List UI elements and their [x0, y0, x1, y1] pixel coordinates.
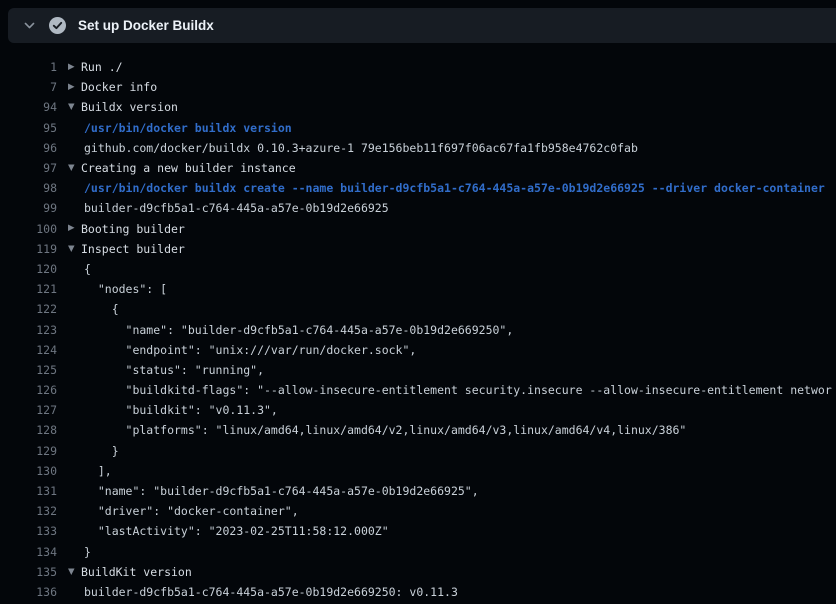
log-text: }: [81, 545, 91, 559]
log-text: "buildkit": "v0.11.3",: [81, 403, 278, 417]
log-line: 128 "platforms": "linux/amd64,linux/amd6…: [0, 420, 836, 440]
log-text: "lastActivity": "2023-02-25T11:58:12.000…: [81, 524, 389, 538]
line-number[interactable]: 98: [0, 181, 57, 195]
log-text: "name": "builder-d9cfb5a1-c764-445a-a57e…: [81, 484, 479, 498]
line-number[interactable]: 94: [0, 100, 57, 114]
log-line: 136 builder-d9cfb5a1-c764-445a-a57e-0b19…: [0, 582, 836, 602]
caret-down-icon[interactable]: ▼: [68, 568, 81, 577]
log-line: 95 /usr/bin/docker buildx version: [0, 118, 836, 138]
log-text[interactable]: BuildKit version: [81, 565, 192, 579]
chevron-down-icon: [23, 19, 36, 32]
caret-right-icon[interactable]: ▶: [68, 224, 81, 233]
log-line: 131 "name": "builder-d9cfb5a1-c764-445a-…: [0, 481, 836, 501]
line-number[interactable]: 120: [0, 262, 57, 276]
line-number[interactable]: 95: [0, 121, 57, 135]
log-text: "driver": "docker-container",: [81, 504, 299, 518]
caret-down-icon[interactable]: ▼: [68, 103, 81, 112]
line-number[interactable]: 121: [0, 282, 57, 296]
line-number[interactable]: 134: [0, 545, 57, 559]
caret-right-icon[interactable]: ▶: [68, 63, 81, 72]
line-number[interactable]: 136: [0, 585, 57, 599]
line-number[interactable]: 131: [0, 484, 57, 498]
log-line: 130 ],: [0, 461, 836, 481]
log-line: 121 "nodes": [: [0, 279, 836, 299]
line-number[interactable]: 127: [0, 403, 57, 417]
line-number[interactable]: 119: [0, 242, 57, 256]
log-line[interactable]: 97 ▼ Creating a new builder instance: [0, 158, 836, 178]
step-title: Set up Docker Buildx: [78, 18, 214, 33]
line-number[interactable]: 126: [0, 383, 57, 397]
line-number[interactable]: 130: [0, 464, 57, 478]
log-text: {: [81, 302, 119, 316]
log-line[interactable]: 1 ▶ Run ./: [0, 57, 836, 77]
log-line: 129 }: [0, 441, 836, 461]
line-number[interactable]: 132: [0, 504, 57, 518]
log-text: github.com/docker/buildx 0.10.3+azure-1 …: [81, 141, 638, 155]
line-number[interactable]: 125: [0, 363, 57, 377]
log-line: 98 /usr/bin/docker buildx create --name …: [0, 178, 836, 198]
log-line[interactable]: 100 ▶ Booting builder: [0, 219, 836, 239]
caret-down-icon[interactable]: ▼: [68, 164, 81, 173]
log-text[interactable]: Creating a new builder instance: [81, 161, 296, 175]
log-text[interactable]: Booting builder: [81, 222, 185, 236]
log-text[interactable]: Run ./: [81, 60, 123, 74]
log-line: 96 github.com/docker/buildx 0.10.3+azure…: [0, 138, 836, 158]
line-number[interactable]: 133: [0, 524, 57, 538]
line-number[interactable]: 97: [0, 161, 57, 175]
line-number[interactable]: 129: [0, 444, 57, 458]
line-number[interactable]: 123: [0, 323, 57, 337]
log-text: "status": "running",: [81, 363, 264, 377]
caret-right-icon[interactable]: ▶: [68, 83, 81, 92]
log-text: ],: [81, 464, 112, 478]
log-line: 133 "lastActivity": "2023-02-25T11:58:12…: [0, 521, 836, 541]
log-text: {: [81, 262, 91, 276]
log-line: 120 {: [0, 259, 836, 279]
line-number[interactable]: 122: [0, 302, 57, 316]
line-number[interactable]: 96: [0, 141, 57, 155]
log-text: /usr/bin/docker buildx create --name bui…: [81, 181, 825, 195]
line-number[interactable]: 124: [0, 343, 57, 357]
log-text: "platforms": "linux/amd64,linux/amd64/v2…: [81, 423, 686, 437]
log-line: 124 "endpoint": "unix:///var/run/docker.…: [0, 340, 836, 360]
log-text: builder-d9cfb5a1-c764-445a-a57e-0b19d2e6…: [81, 201, 389, 215]
log-line: 99 builder-d9cfb5a1-c764-445a-a57e-0b19d…: [0, 198, 836, 218]
collapse-step-button[interactable]: [17, 14, 41, 38]
line-number[interactable]: 99: [0, 201, 57, 215]
log-line[interactable]: 135 ▼ BuildKit version: [0, 562, 836, 582]
log-line: 126 "buildkitd-flags": "--allow-insecure…: [0, 380, 836, 400]
log-text: "name": "builder-d9cfb5a1-c764-445a-a57e…: [81, 323, 513, 337]
step-header[interactable]: Set up Docker Buildx: [8, 8, 836, 43]
line-number[interactable]: 128: [0, 423, 57, 437]
log-line: 127 "buildkit": "v0.11.3",: [0, 400, 836, 420]
log-lines: 1 ▶ Run ./ 7 ▶ Docker info 94 ▼ Buildx v…: [0, 43, 836, 604]
log-line: 125 "status": "running",: [0, 360, 836, 380]
log-text: /usr/bin/docker buildx version: [81, 121, 292, 135]
line-number[interactable]: 135: [0, 565, 57, 579]
log-line: 134 }: [0, 542, 836, 562]
log-text[interactable]: Docker info: [81, 80, 157, 94]
line-number[interactable]: 100: [0, 222, 57, 236]
log-line: 132 "driver": "docker-container",: [0, 501, 836, 521]
log-text: "nodes": [: [81, 282, 167, 296]
log-text: "endpoint": "unix:///var/run/docker.sock…: [81, 343, 416, 357]
log-text: }: [81, 444, 119, 458]
line-number[interactable]: 7: [0, 80, 57, 94]
log-line[interactable]: 7 ▶ Docker info: [0, 77, 836, 97]
check-circle-icon: [49, 17, 66, 34]
log-text[interactable]: Buildx version: [81, 100, 178, 114]
log-line: 123 "name": "builder-d9cfb5a1-c764-445a-…: [0, 319, 836, 339]
log-text: "buildkitd-flags": "--allow-insecure-ent…: [81, 383, 832, 397]
caret-down-icon[interactable]: ▼: [68, 245, 81, 254]
log-text: builder-d9cfb5a1-c764-445a-a57e-0b19d2e6…: [81, 585, 458, 599]
log-line[interactable]: 94 ▼ Buildx version: [0, 97, 836, 117]
log-line: 122 {: [0, 299, 836, 319]
line-number[interactable]: 1: [0, 60, 57, 74]
log-text[interactable]: Inspect builder: [81, 242, 185, 256]
log-line[interactable]: 119 ▼ Inspect builder: [0, 239, 836, 259]
